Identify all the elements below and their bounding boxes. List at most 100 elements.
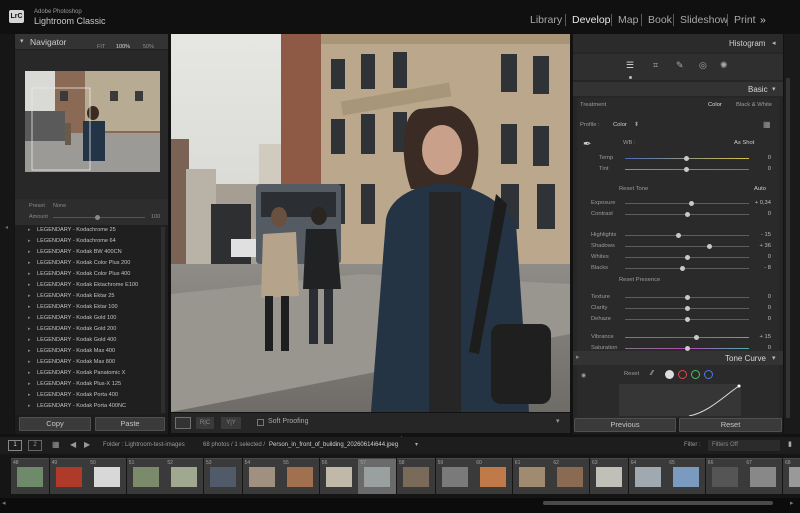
slider-knob[interactable] [689,201,695,206]
preset-item[interactable]: LEGENDARY - Kodak Gold 200 [15,324,168,335]
slider-knob[interactable] [684,317,690,322]
film-thumbnail[interactable]: 60 [474,458,513,494]
navigator-header[interactable]: ▾ Navigator FIT 100% 50% [15,34,168,50]
module-develop[interactable]: Develop [572,14,611,26]
red-channel-button[interactable] [678,370,687,379]
rgb-channel-button[interactable] [665,370,674,379]
slider-knob[interactable] [684,255,690,260]
previous-button[interactable]: Previous [574,418,676,432]
preset-item[interactable]: LEGENDARY - Kodak Ektar 100 [15,302,168,313]
loupe-view-icon[interactable] [175,417,191,429]
profile-browser-icon[interactable]: ▦ [763,120,771,129]
preset-item[interactable]: LEGENDARY - Kodak Plus-X 125 [15,379,168,390]
slider-value[interactable]: 0 [749,316,771,322]
film-thumbnail[interactable]: 53 [204,458,242,494]
toolbar-menu-icon[interactable]: ▾ [556,417,560,425]
film-thumbnail[interactable]: 57 [358,458,397,494]
preset-item[interactable]: LEGENDARY - Kodak Ektar 25 [15,291,168,302]
nav-fit-option[interactable]: FIT [97,39,105,55]
film-thumbnail[interactable]: 52 [165,458,204,494]
treatment-bw-option[interactable]: Black & White [736,102,772,108]
copy-button[interactable]: Copy [19,417,91,431]
film-thumbnail[interactable]: 55 [281,458,320,494]
slider-track[interactable] [625,235,749,236]
film-thumbnail[interactable]: 65 [667,458,706,494]
selected-filename[interactable]: Person_in_front_of_building_20260614i644… [269,442,398,448]
left-collapse-arrow-icon[interactable]: ◂ [5,224,8,231]
green-channel-button[interactable] [691,370,700,379]
edit-sliders-icon[interactable]: ☰ [626,60,634,71]
slider-value[interactable]: 0 [749,254,771,260]
module-book[interactable]: Book [648,14,672,26]
film-thumbnail[interactable]: 66 [705,458,744,494]
right-panel-scrollbar[interactable] [786,78,790,418]
slider-value[interactable]: + 15 [749,334,771,340]
slider-track[interactable] [625,268,749,269]
preset-item[interactable]: LEGENDARY - Kodak Color Plus 200 [15,258,168,269]
slider-value[interactable]: - 15 [749,232,771,238]
nav-100-option[interactable]: 100% [116,39,130,55]
amount-slider-knob[interactable] [95,215,100,220]
preset-item[interactable]: LEGENDARY - Kodachrome 64 [15,236,168,247]
healing-icon[interactable]: ✎ [676,60,684,71]
module-map[interactable]: Map [618,14,638,26]
preset-item[interactable]: LEGENDARY - Kodak BW 400CN [15,247,168,258]
slider-track[interactable] [625,337,749,338]
preset-item[interactable]: LEGENDARY - Kodak Porta 400 [15,390,168,401]
wb-eyedropper-icon[interactable]: ✒ [583,139,591,150]
filmstrip-scroll-thumb[interactable] [543,501,773,505]
histogram-header[interactable]: Histogram ◂ [573,34,783,52]
profile-dropdown[interactable]: Color [613,122,627,128]
film-thumbnail[interactable]: 48 [11,458,49,494]
film-thumbnail[interactable]: 61 [512,458,551,494]
slider-knob[interactable] [679,266,685,271]
preset-scrollbar[interactable] [161,227,165,413]
film-thumbnail[interactable]: 50 [88,458,127,494]
forward-arrow-icon[interactable]: ▶ [84,440,90,449]
tint-slider-knob[interactable] [684,167,689,172]
slider-value[interactable]: + 0,34 [749,200,771,206]
reset-presence-label[interactable]: Reset Presence [619,277,660,283]
masking-icon[interactable]: ✺ [720,60,728,71]
temp-slider-knob[interactable] [684,156,689,161]
film-thumbnail[interactable]: 49 [49,458,88,494]
slider-value[interactable]: 0 [749,294,771,300]
filter-lock-icon[interactable]: ▮ [788,440,792,448]
preset-value[interactable]: None [53,203,66,209]
basic-header[interactable]: Basic ▾ [573,82,783,96]
preset-item[interactable]: LEGENDARY - Kodak Ektachrome E100 [15,280,168,291]
parametric-curve-icon[interactable]: ⁄⁄ [651,370,653,377]
film-thumbnail[interactable]: 64 [628,458,667,494]
profile-dropdown-arrow-icon[interactable]: ⬍ [634,122,639,128]
slider-value[interactable]: 0 [749,305,771,311]
preset-item[interactable]: LEGENDARY - Kodak Color Plus 400 [15,269,168,280]
tone-curve-graph[interactable] [619,384,741,416]
film-thumbnail[interactable]: 68 [783,458,800,494]
secondary-window-button[interactable]: 2 [28,440,42,451]
slider-knob[interactable] [684,306,690,311]
tone-curve-collapse-icon[interactable]: ▾ [772,354,776,362]
blue-channel-button[interactable] [704,370,713,379]
film-thumbnail[interactable]: 67 [744,458,783,494]
slider-knob[interactable] [684,212,690,217]
preset-item[interactable]: LEGENDARY - Kodak Gold 400 [15,335,168,346]
slider-value[interactable]: + 36 [749,243,771,249]
module-library[interactable]: Library [530,14,562,26]
filter-dropdown[interactable]: Filters Off [708,440,780,451]
module-print[interactable]: Print [734,14,756,26]
main-photo[interactable] [171,34,570,412]
module-slideshow[interactable]: Slideshow [680,14,728,26]
collapse-triangle-icon[interactable]: ▾ [20,34,24,50]
slider-value[interactable]: 0 [749,211,771,217]
film-thumbnail[interactable]: 56 [319,458,358,494]
preset-item[interactable]: LEGENDARY - Kodak Max 800 [15,357,168,368]
red-eye-icon[interactable]: ◎ [699,60,707,71]
folder-source[interactable]: Folder : Lightroom-test-images [103,442,185,448]
tone-curve-header[interactable]: ▸ Tone Curve ▾ [573,351,783,365]
slider-knob[interactable] [675,233,681,238]
slider-track[interactable] [625,203,749,204]
slider-knob[interactable] [694,335,700,340]
film-thumbnail[interactable]: 51 [126,458,165,494]
before-after-rc-button[interactable]: R|C [196,417,214,429]
film-thumbnail[interactable]: 54 [242,458,281,494]
